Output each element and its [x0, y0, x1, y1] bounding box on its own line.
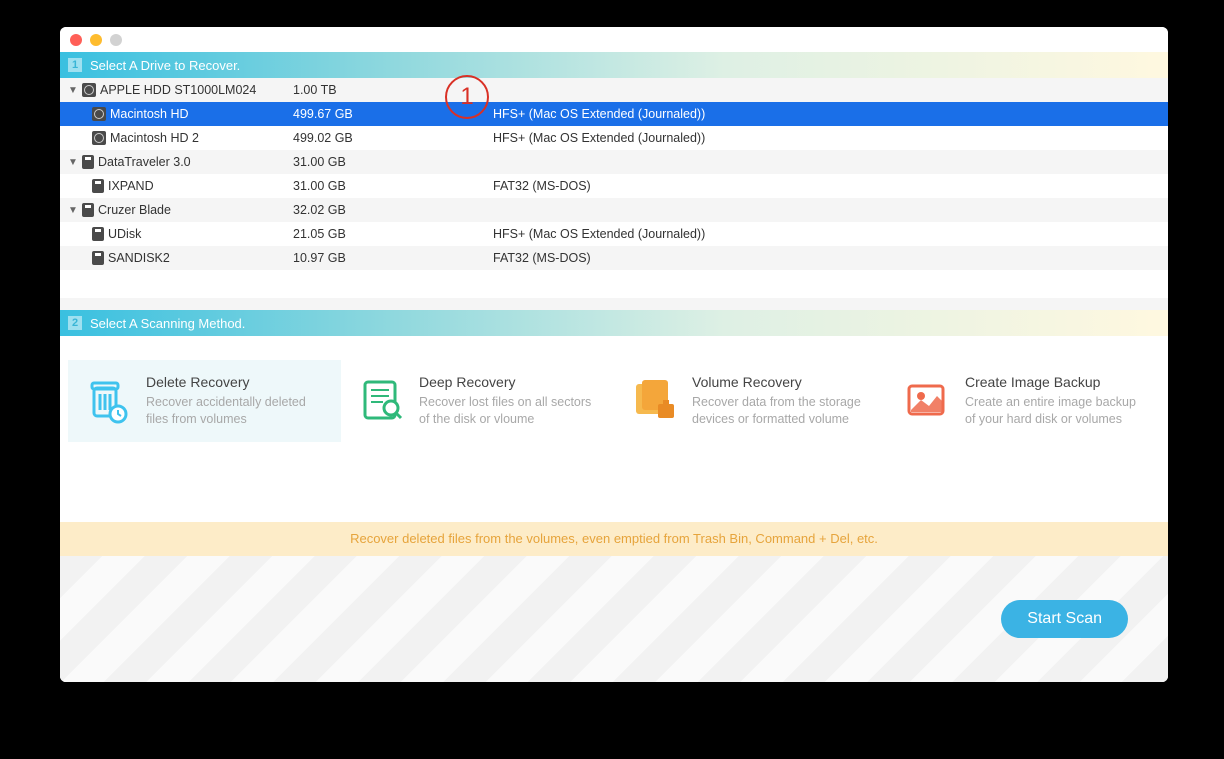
drive-size: 1.00 TB	[293, 83, 493, 97]
drive-row[interactable]: ▼ APPLE HDD ST1000LM024 1.00 TB	[60, 78, 1168, 102]
drive-size: 31.00 GB	[293, 179, 493, 193]
maximize-window-icon[interactable]	[110, 34, 122, 46]
section-1-title: Select A Drive to Recover.	[90, 58, 240, 73]
drive-list: ▼ APPLE HDD ST1000LM024 1.00 TB Macintosh H…	[60, 78, 1168, 270]
drive-name: SANDISK2	[108, 251, 170, 265]
method-desc: Recover data from the storage devices or…	[692, 394, 873, 428]
drive-size: 499.02 GB	[293, 131, 493, 145]
section-2-title: Select A Scanning Method.	[90, 316, 245, 331]
drive-filesystem: HFS+ (Mac OS Extended (Journaled))	[493, 107, 1168, 121]
disclosure-triangle-icon[interactable]: ▼	[68, 85, 78, 96]
drive-row[interactable]: ▼ DataTraveler 3.0 31.00 GB	[60, 150, 1168, 174]
drive-filesystem: HFS+ (Mac OS Extended (Journaled))	[493, 131, 1168, 145]
drive-name: Cruzer Blade	[98, 203, 171, 217]
harddisk-icon	[82, 83, 96, 97]
drive-row[interactable]: IXPAND 31.00 GBFAT32 (MS-DOS)	[60, 174, 1168, 198]
backup-recovery-icon	[901, 374, 951, 424]
section-1-number: 1	[68, 58, 82, 72]
drive-size: 499.67 GB	[293, 107, 493, 121]
drive-tree-cell: UDisk	[68, 227, 293, 241]
drive-tree-cell: Macintosh HD 2	[68, 131, 293, 145]
method-card-deep[interactable]: Deep Recovery Recover lost files on all s…	[341, 360, 614, 442]
harddisk-icon	[92, 107, 106, 121]
drive-name: Macintosh HD	[110, 107, 189, 121]
drive-tree-cell: ▼ DataTraveler 3.0	[68, 155, 293, 169]
method-title: Delete Recovery	[146, 374, 327, 390]
usb-drive-icon	[82, 203, 94, 217]
app-window: 1 Select A Drive to Recover. ▼ APPLE HDD …	[60, 27, 1168, 682]
usb-drive-icon	[82, 155, 94, 169]
minimize-window-icon[interactable]	[90, 34, 102, 46]
drive-name: IXPAND	[108, 179, 154, 193]
titlebar	[60, 27, 1168, 52]
drive-tree-cell: IXPAND	[68, 179, 293, 193]
method-card-delete[interactable]: Delete Recovery Recover accidentally dele…	[68, 360, 341, 442]
section-2-header: 2 Select A Scanning Method.	[60, 310, 1168, 336]
method-title: Volume Recovery	[692, 374, 873, 390]
start-scan-button[interactable]: Start Scan	[1001, 600, 1128, 638]
harddisk-icon	[92, 131, 106, 145]
drive-filesystem: HFS+ (Mac OS Extended (Journaled))	[493, 227, 1168, 241]
spacer	[60, 270, 1168, 298]
volume-recovery-icon	[628, 374, 678, 424]
method-card-backup[interactable]: Create Image Backup Create an entire imag…	[887, 360, 1160, 442]
delete-recovery-icon	[82, 374, 132, 424]
method-desc: Recover accidentally deleted files from …	[146, 394, 327, 428]
hint-bar: Recover deleted files from the volumes, …	[60, 522, 1168, 556]
method-desc: Recover lost files on all sectors of the…	[419, 394, 600, 428]
drive-tree-cell: Macintosh HD	[68, 107, 293, 121]
drive-row[interactable]: UDisk 21.05 GBHFS+ (Mac OS Extended (Jour…	[60, 222, 1168, 246]
section-1-header: 1 Select A Drive to Recover.	[60, 52, 1168, 78]
drive-filesystem: FAT32 (MS-DOS)	[493, 179, 1168, 193]
drive-name: Macintosh HD 2	[110, 131, 199, 145]
disclosure-triangle-icon[interactable]: ▼	[68, 157, 78, 168]
close-window-icon[interactable]	[70, 34, 82, 46]
drive-size: 21.05 GB	[293, 227, 493, 241]
drive-tree-cell: SANDISK2	[68, 251, 293, 265]
drive-name: UDisk	[108, 227, 141, 241]
hint-text: Recover deleted files from the volumes, …	[350, 531, 878, 546]
drive-row[interactable]: Macintosh HD 2 499.02 GBHFS+ (Mac OS Exte…	[60, 126, 1168, 150]
footer: Start Scan	[60, 556, 1168, 682]
drive-size: 10.97 GB	[293, 251, 493, 265]
drive-row[interactable]: SANDISK2 10.97 GBFAT32 (MS-DOS)	[60, 246, 1168, 270]
divider-strip	[60, 298, 1168, 310]
usb-drive-icon	[92, 227, 104, 241]
deep-recovery-icon	[355, 374, 405, 424]
drive-filesystem: FAT32 (MS-DOS)	[493, 251, 1168, 265]
drive-tree-cell: ▼ APPLE HDD ST1000LM024	[68, 83, 293, 97]
usb-drive-icon	[92, 251, 104, 265]
method-title: Create Image Backup	[965, 374, 1146, 390]
method-desc: Create an entire image backup of your ha…	[965, 394, 1146, 428]
section-2-number: 2	[68, 316, 82, 330]
drive-tree-cell: ▼ Cruzer Blade	[68, 203, 293, 217]
drive-size: 31.00 GB	[293, 155, 493, 169]
drive-size: 32.02 GB	[293, 203, 493, 217]
drive-name: APPLE HDD ST1000LM024	[100, 83, 256, 97]
method-title: Deep Recovery	[419, 374, 600, 390]
usb-drive-icon	[92, 179, 104, 193]
drive-row[interactable]: Macintosh HD 499.67 GBHFS+ (Mac OS Extend…	[60, 102, 1168, 126]
method-card-volume[interactable]: Volume Recovery Recover data from the sto…	[614, 360, 887, 442]
drive-name: DataTraveler 3.0	[98, 155, 191, 169]
disclosure-triangle-icon[interactable]: ▼	[68, 205, 78, 216]
scanning-methods: Delete Recovery Recover accidentally dele…	[60, 336, 1168, 462]
drive-row[interactable]: ▼ Cruzer Blade 32.02 GB	[60, 198, 1168, 222]
